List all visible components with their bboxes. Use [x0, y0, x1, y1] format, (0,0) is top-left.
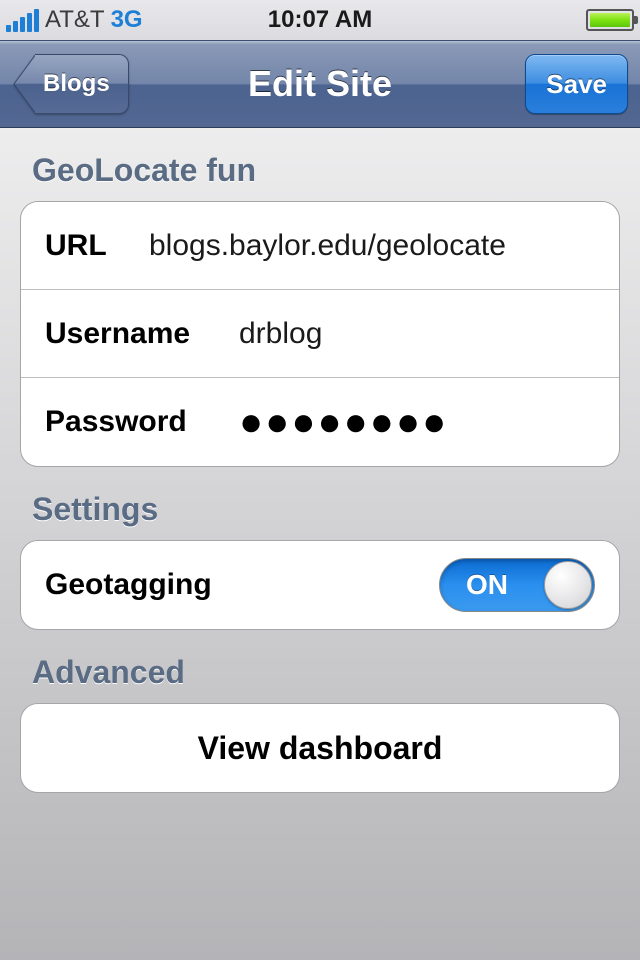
- settings-group: Geotagging ON: [20, 540, 620, 630]
- url-label: URL: [45, 229, 135, 263]
- view-dashboard-button[interactable]: View dashboard: [21, 704, 619, 792]
- save-button-label: Save: [546, 69, 607, 100]
- content-area: GeoLocate fun URL blogs.baylor.edu/geolo…: [0, 128, 640, 960]
- site-info-group: URL blogs.baylor.edu/geolocate Username …: [20, 201, 620, 467]
- clock: 10:07 AM: [268, 6, 372, 34]
- url-field[interactable]: blogs.baylor.edu/geolocate: [149, 229, 595, 263]
- signal-bars-icon: [6, 9, 39, 32]
- back-button[interactable]: Blogs: [12, 54, 129, 114]
- geotagging-label: Geotagging: [45, 568, 212, 602]
- username-label: Username: [45, 317, 225, 351]
- connection-type-label: 3G: [111, 6, 143, 34]
- toggle-on-label: ON: [466, 569, 508, 601]
- toggle-knob-icon: [544, 561, 592, 609]
- page-title: Edit Site: [248, 63, 392, 105]
- section-header-advanced: Advanced: [20, 630, 620, 703]
- status-bar: AT&T 3G 10:07 AM: [0, 0, 640, 40]
- geotagging-toggle[interactable]: ON: [439, 558, 595, 612]
- save-button[interactable]: Save: [525, 54, 628, 114]
- password-row[interactable]: Password ●●●●●●●●: [21, 378, 619, 466]
- section-header-site: GeoLocate fun: [20, 128, 620, 201]
- geotagging-row: Geotagging ON: [21, 541, 619, 629]
- password-field[interactable]: ●●●●●●●●: [239, 400, 448, 445]
- password-label: Password: [45, 405, 225, 439]
- view-dashboard-label: View dashboard: [198, 730, 443, 767]
- carrier-label: AT&T: [45, 6, 105, 34]
- back-button-label: Blogs: [43, 70, 110, 98]
- advanced-group: View dashboard: [20, 703, 620, 793]
- url-row[interactable]: URL blogs.baylor.edu/geolocate: [21, 202, 619, 290]
- username-row[interactable]: Username drblog: [21, 290, 619, 378]
- section-header-settings: Settings: [20, 467, 620, 540]
- username-field[interactable]: drblog: [239, 317, 595, 351]
- battery-icon: [586, 9, 634, 31]
- navigation-bar: Blogs Edit Site Save: [0, 40, 640, 128]
- back-arrow-icon: [12, 54, 36, 114]
